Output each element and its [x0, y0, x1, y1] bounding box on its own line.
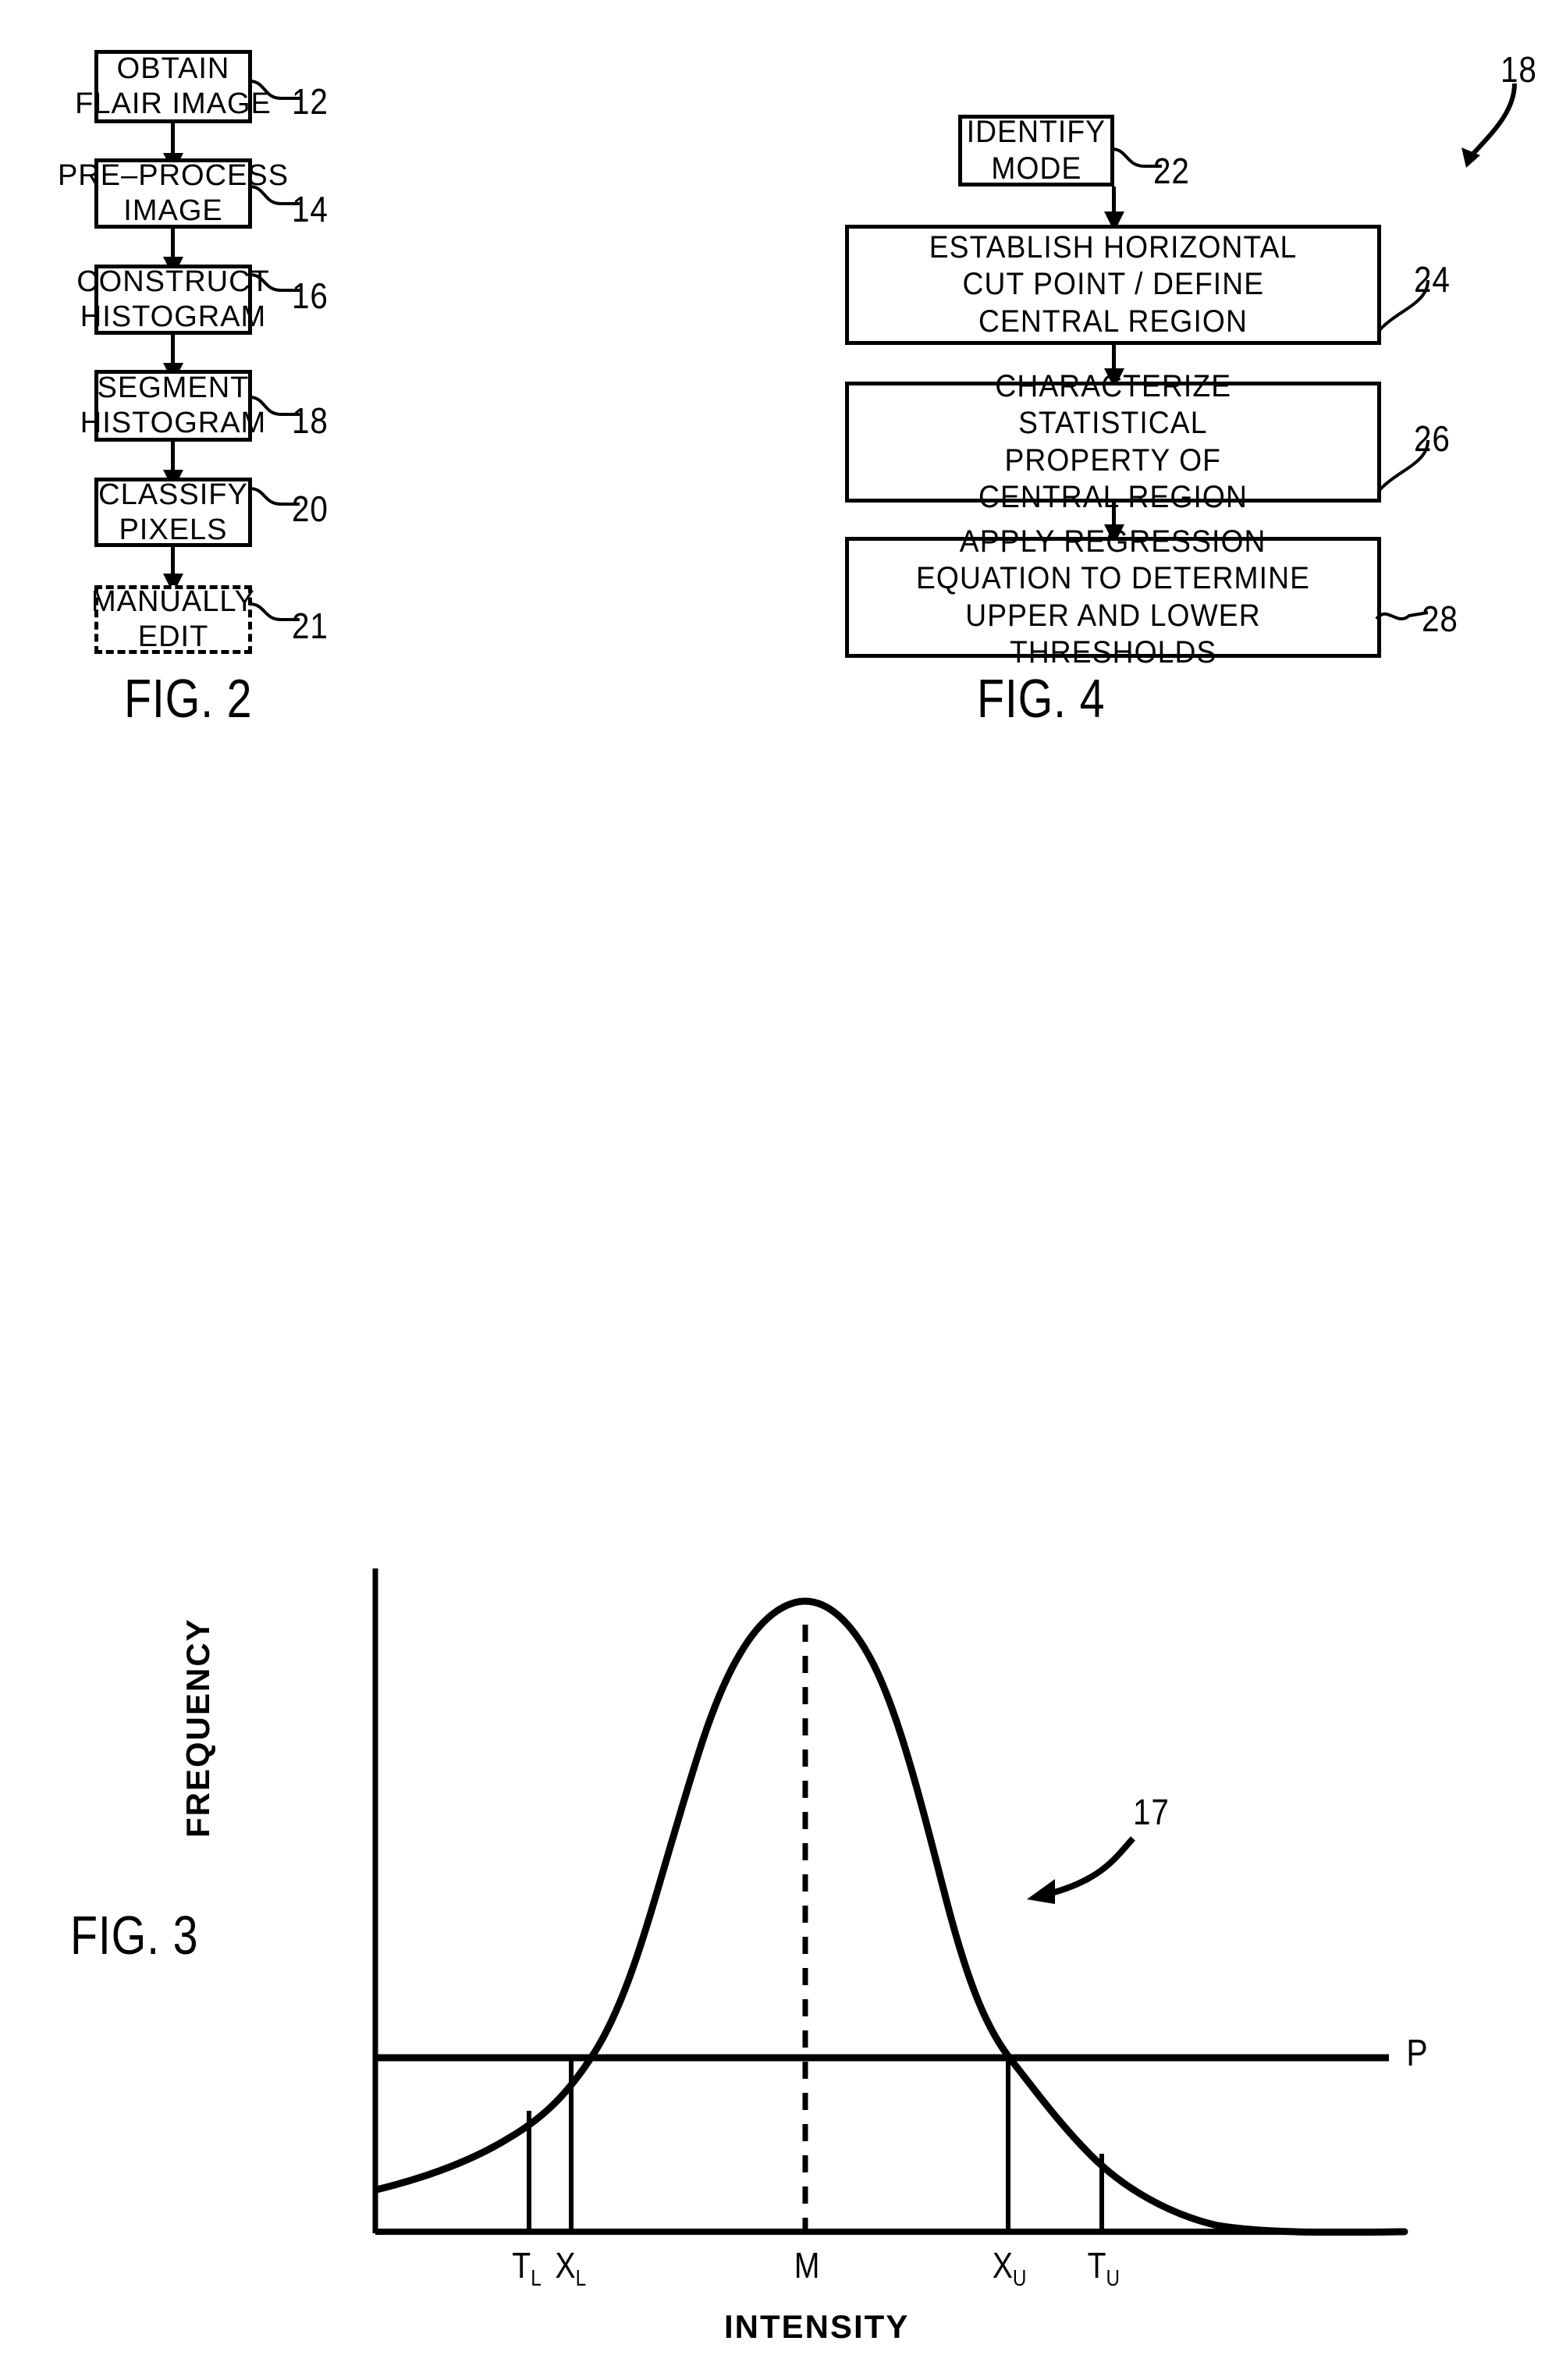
fig4-refnum-28: 28: [1422, 599, 1458, 639]
fig2-refnum-14: 14: [292, 189, 329, 229]
figure-3-histogram-chart: FIG. 3 FREQUENCY INTENSITY 17 P TL XL M …: [0, 1514, 1552, 2380]
fig2-step-21-line-1: MANUALLY: [91, 585, 256, 619]
fig4-step-24-line-3: CENTRAL REGION: [978, 304, 1248, 339]
fig4-step-24-line-2: CUT POINT / DEFINE: [962, 267, 1264, 302]
fig4-refnum-24: 24: [1414, 259, 1451, 300]
fig3-tick-label-TL: TL: [512, 2245, 542, 2291]
fig4-step-26-line-2: STATISTICAL: [1018, 406, 1208, 441]
fig2-step-12-line-1: OBTAIN: [116, 52, 230, 86]
fig2-refnum-16: 16: [292, 275, 329, 316]
fig2-step-box-18: SEGMENT HISTOGRAM: [80, 370, 265, 442]
fig2-refnum-21: 21: [292, 606, 329, 646]
fig4-refnum-26: 26: [1414, 418, 1451, 459]
fig2-step-18-line-2: HISTOGRAM: [80, 407, 267, 439]
fig4-step-24-line-1: ESTABLISH HORIZONTAL: [929, 230, 1298, 265]
fig3-tick-label-XU: XU: [992, 2245, 1027, 2291]
fig2-step-box-20: CLASSIFY PIXELS: [94, 478, 252, 547]
fig4-step-26-line-1: CHARACTERIZE: [995, 369, 1231, 404]
fig4-step-box-24: ESTABLISH HORIZONTAL CUT POINT / DEFINE …: [845, 225, 1381, 345]
fig4-step-22-line-2: MODE: [990, 151, 1082, 186]
fig2-step-18-line-1: SEGMENT: [97, 371, 250, 405]
fig4-diagram-leader-arrow: [1461, 83, 1517, 168]
fig3-refnum-17: 17: [1133, 1792, 1170, 1832]
fig2-step-20-line-1: CLASSIFY: [98, 478, 248, 511]
fig2-step-box-12: OBTAIN FLAIR IMAGE: [75, 50, 271, 123]
fig4-step-28-line-2: EQUATION TO DETERMINE: [915, 561, 1311, 596]
fig2-step-14-line-2: IMAGE: [123, 194, 223, 227]
fig2-step-16-line-1: CONSTRUCT: [76, 265, 270, 299]
fig3-tick-label-XL: XL: [555, 2245, 587, 2291]
fig2-caption: FIG. 2: [124, 668, 253, 729]
fig2-refnum-12: 12: [292, 81, 329, 122]
fig2-step-12-line-2: FLAIR IMAGE: [75, 87, 272, 120]
fig2-refnum-18: 18: [292, 400, 329, 441]
fig4-refnum-22: 22: [1153, 151, 1190, 191]
fig3-label-p: P: [1406, 2033, 1428, 2074]
fig3-leader-17-arrowhead: [1027, 1879, 1055, 1904]
fig4-step-box-22: IDENTIFY MODE: [958, 115, 1114, 186]
fig4-step-box-28: APPLY REGRESSION EQUATION TO DETERMINE U…: [845, 524, 1381, 670]
fig4-step-28-line-4: THRESHOLDS: [1009, 634, 1217, 670]
fig4-step-22-line-1: IDENTIFY: [966, 114, 1106, 149]
fig2-step-16-line-2: HISTOGRAM: [80, 300, 267, 333]
fig3-plot-area: [372, 1568, 1408, 2236]
fig2-step-box-14: PRE–PROCESS IMAGE: [58, 158, 288, 229]
fig2-step-box-21: MANUALLY EDIT: [91, 585, 256, 654]
fig3-tick-label-M: M: [794, 2245, 820, 2286]
fig2-refnum-20: 20: [292, 488, 329, 529]
fig4-step-28-line-3: UPPER AND LOWER: [965, 598, 1261, 633]
fig3-tick-label-TU: TU: [1087, 2245, 1120, 2291]
fig2-step-box-16: CONSTRUCT HISTOGRAM: [76, 265, 269, 335]
fig2-step-20-line-2: PIXELS: [119, 513, 228, 546]
fig4-step-box-26: CHARACTERIZE STATISTICAL PROPERTY OF CEN…: [845, 369, 1381, 514]
fig4-caption: FIG. 4: [977, 668, 1106, 729]
patent-drawing-sheet: OBTAIN FLAIR IMAGE 12 PRE–PROCESS IMAGE …: [0, 0, 1552, 2380]
fig4-step-28-line-1: APPLY REGRESSION: [960, 524, 1266, 559]
fig4-step-26-line-3: PROPERTY OF: [1004, 442, 1222, 478]
fig3-leader-17: [1045, 1836, 1135, 1898]
fig2-step-21-line-2: EDIT: [137, 620, 209, 653]
